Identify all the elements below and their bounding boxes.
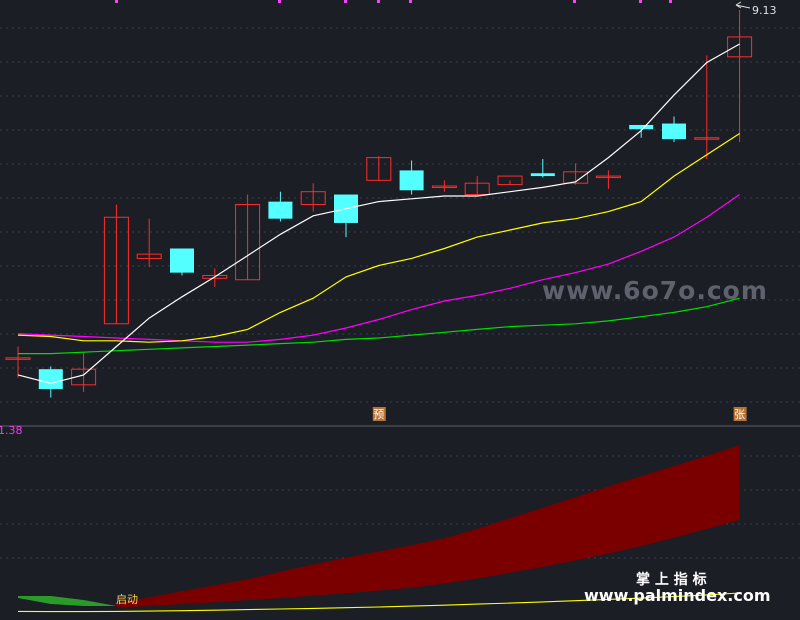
candle [71,352,97,392]
candle [727,9,753,142]
candle-body [170,248,194,273]
top-dot [669,0,672,3]
candles [5,9,753,398]
moving-averages [17,43,740,385]
candle [431,180,457,192]
top-dot [573,0,576,3]
candle [268,191,293,222]
candle [334,194,358,238]
candle [497,175,523,186]
top-dot [278,0,281,3]
top-dot [409,0,412,3]
top-dot [344,0,347,3]
candle [170,248,194,276]
ma-green-line [18,297,740,355]
candle-body [38,369,63,390]
candle-body [268,201,293,219]
top-dot [115,0,118,3]
signal-markers: 预张 [372,407,747,421]
candlestick-chart: 预张 9.13 1.38 启动 www.6o7o.com 掌 上 指 标 www… [0,0,800,613]
candle [300,183,326,212]
signal-marker: 预 [372,407,386,421]
candle [235,194,261,281]
watermark-upper: www.6o7o.com [542,276,768,305]
signal-marker-text: 张 [734,408,745,421]
watermark-url: www.palmindex.com [584,586,771,605]
top-dots [115,0,672,3]
candle-body [399,170,424,191]
ma-white-line [17,43,740,385]
candle [5,346,31,378]
candle [103,204,129,325]
candle [595,170,621,189]
signal-marker-text: 预 [373,408,384,421]
candle [399,160,424,195]
candle [662,116,686,142]
signal-marker: 张 [733,407,747,421]
start-label: 启动 [116,593,138,606]
top-dot [639,0,642,3]
price-label: 9.13 [752,4,777,17]
ma-magenta-line [17,194,740,343]
candle-body [530,173,555,177]
candle [366,156,392,181]
candle-body [662,123,686,140]
price-arrow [735,1,751,9]
candle [464,176,490,196]
top-dot [377,0,380,3]
candle [38,366,63,398]
candle-body [629,124,654,130]
candle [530,159,555,178]
green-band [18,596,117,606]
sub-value-label: 1.38 [0,424,23,437]
candle [136,218,162,267]
